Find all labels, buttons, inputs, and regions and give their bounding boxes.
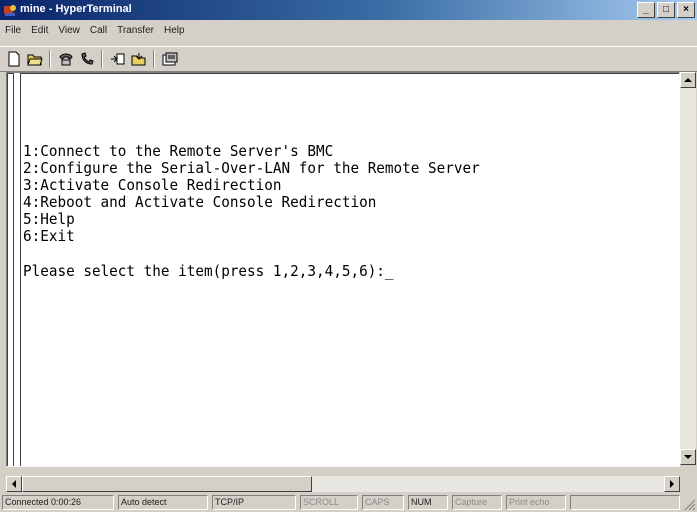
send-button[interactable] [108, 50, 128, 68]
horizontal-scrollbar[interactable] [6, 476, 680, 492]
hyperterminal-app-icon [4, 5, 16, 16]
detect-status: Auto detect [118, 495, 208, 510]
scroll-down-button[interactable] [680, 449, 696, 465]
menu-option-1: 1:Connect to the Remote Server's BMC [23, 142, 334, 160]
close-button[interactable]: × [677, 2, 695, 18]
terminal-margin [13, 73, 21, 466]
menu-transfer[interactable]: Transfer [112, 25, 159, 36]
caps-lock-indicator: CAPS [362, 495, 404, 510]
properties-icon [162, 52, 178, 66]
minimize-button[interactable]: _ [637, 2, 655, 18]
menu-call[interactable]: Call [85, 25, 112, 36]
menu-bar: File Edit View Call Transfer Help [0, 21, 697, 39]
receive-file-icon [131, 53, 146, 66]
open-button[interactable] [25, 50, 45, 68]
menu-view[interactable]: View [53, 25, 85, 36]
send-file-icon [111, 53, 125, 65]
print-echo-indicator: Print echo [506, 495, 566, 510]
arrow-up-icon [684, 78, 692, 82]
scroll-up-button[interactable] [680, 72, 696, 88]
menu-option-4: 4:Reboot and Activate Console Redirectio… [23, 193, 377, 212]
new-connection-button[interactable] [4, 50, 24, 68]
menu-option-5: 5:Help [23, 210, 75, 229]
toolbar [0, 46, 697, 72]
disconnect-button[interactable] [77, 50, 97, 68]
arrow-right-icon [670, 480, 674, 488]
protocol-status: TCP/IP [212, 495, 296, 510]
properties-button[interactable] [160, 50, 180, 68]
scroll-lock-indicator: SCROLL [300, 495, 358, 510]
horizontal-scroll-thumb[interactable] [22, 476, 312, 492]
scroll-left-button[interactable] [6, 476, 22, 492]
open-folder-icon [27, 54, 43, 66]
connect-button[interactable] [56, 50, 76, 68]
selection-prompt: Please select the item(press 1,2,3,4,5,6… [23, 261, 394, 280]
phone-icon [59, 53, 73, 66]
window-title: mine - HyperTerminal [20, 3, 132, 15]
new-document-icon [8, 51, 20, 67]
resize-grip-icon[interactable] [684, 499, 696, 511]
status-bar: Connected 0:00:26 Auto detect TCP/IP SCR… [0, 493, 697, 512]
status-spacer [570, 495, 680, 510]
title-bar[interactable]: mine - HyperTerminal _ □ × [0, 0, 697, 20]
maximize-button[interactable]: □ [657, 2, 675, 18]
arrow-left-icon [12, 480, 16, 488]
receive-button[interactable] [129, 50, 149, 68]
menu-option-6: 6:Exit [23, 227, 75, 246]
menu-edit[interactable]: Edit [26, 25, 53, 36]
menu-option-2: 2:Configure the Serial-Over-LAN for the … [23, 159, 480, 178]
capture-indicator: Capture [452, 495, 502, 510]
connection-timer: Connected 0:00:26 [2, 495, 114, 510]
terminal-output: 1:Connect to the Remote Server's BMC 2:Co… [23, 142, 480, 280]
hang-up-icon [81, 52, 94, 65]
arrow-down-icon [684, 455, 692, 459]
vertical-scrollbar[interactable] [680, 72, 696, 465]
menu-help[interactable]: Help [159, 25, 190, 36]
num-lock-indicator: NUM [408, 495, 448, 510]
hyperterminal-window: mine - HyperTerminal _ □ × File Edit Vie… [0, 0, 697, 512]
menu-option-3: 3:Activate Console Redirection [23, 176, 282, 195]
menu-file[interactable]: File [0, 25, 26, 36]
scroll-right-button[interactable] [664, 476, 680, 492]
terminal-screen[interactable]: 1:Connect to the Remote Server's BMC 2:Co… [6, 72, 680, 467]
